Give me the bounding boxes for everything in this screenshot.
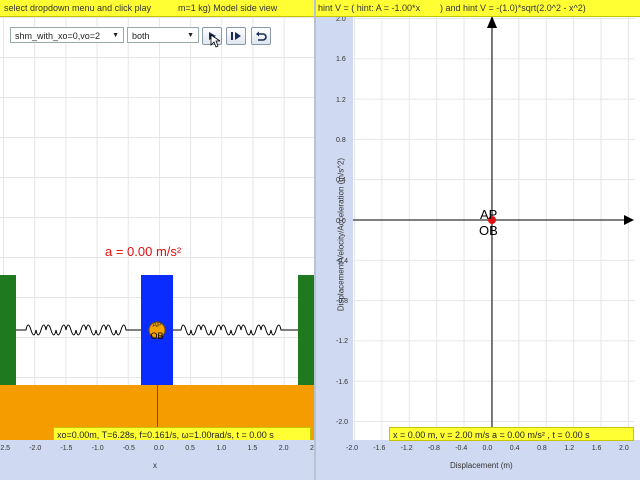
graph-axes [353,16,634,440]
side-view-x-tick-6: 0.5 [185,445,195,452]
side-view-status-bar: xo=0.00m, T=6.28s, f=0.161/s, ω=1.00rad/… [53,427,311,441]
graph-y-tick-9: -1.6 [336,378,349,386]
chevron-down-icon: ▼ [187,32,194,39]
mode-dropdown-value: both [132,31,150,41]
preset-dropdown-value: shm_with_xo=0,vo=2 [15,31,101,41]
side-view-x-tick-3: -1.0 [91,445,104,452]
reset-button[interactable] [251,27,271,45]
graph-title-left: hint V = ( hint: A = -1.00*x [318,3,421,13]
step-forward-icon [231,32,241,40]
side-view-x-tick-1: -2.0 [29,445,42,452]
mouse-cursor-icon [210,34,220,48]
side-view-x-tick-9: 2.0 [278,445,289,452]
graph-x-tick-9: 1.6 [591,445,602,452]
graph-x-tick-2: -1.2 [400,445,413,452]
graph-x-tick-7: 0.8 [537,445,547,452]
graph-x-tick-1: -1.6 [373,445,386,452]
step-forward-button[interactable] [226,27,246,45]
graph-x-tick-8: 1.2 [564,445,575,452]
left-spring [16,324,141,336]
graph-title-bar: hint V = ( hint: A = -1.00*x ) and hint … [316,0,640,17]
up-arrow-icon [487,16,497,28]
side-view-x-tick-0: -2.5 [0,445,11,452]
side-view-title-bar: select dropdown menu and click play m=1 … [0,0,314,17]
side-view-x-tick-2: -1.5 [60,445,73,452]
graph-y-tick-2: 1.2 [336,96,346,104]
graph-x-tick-5: 0.0 [482,445,493,452]
graph-y-tick-1: 1.6 [336,56,346,64]
side-view-x-tick-8: 1.5 [247,445,258,452]
graph-title-right: ) and hint V = -(1.0)*sqrt(2.0^2 - x^2) [440,3,586,13]
graph-y-axis-label: Displacement/Velocity/Acceleration (m/s^… [336,157,346,312]
svg-text:OB: OB [150,331,163,341]
preset-dropdown[interactable]: shm_with_xo=0,vo=2 ▼ [10,27,124,43]
graph-x-tick-10: 2.0 [619,445,629,452]
side-view-title-left: select dropdown menu and click play [4,3,152,13]
graph-x-tick-6: 0.4 [509,445,520,452]
graph-y-tick-10: -2.0 [336,419,349,426]
point-label-ap: AP [480,207,498,222]
graph-y-tick-0: 2.0 [336,16,346,23]
svg-text:AP: AP [152,322,162,329]
graph-x-tick-4: -0.4 [455,445,468,452]
reset-icon [256,31,267,41]
side-view-status-text: xo=0.00m, T=6.28s, f=0.161/s, ω=1.00rad/… [57,430,274,440]
acceleration-label: a = 0.00 m/s² [105,244,182,259]
mass-bob: AP OB [148,321,166,341]
model-side-view-panel: select dropdown menu and click play m=1 … [0,0,314,480]
chevron-down-icon: ▼ [112,32,119,39]
graph-x-tick-0: -2.0 [346,445,359,452]
mode-dropdown[interactable]: both ▼ [127,27,199,43]
point-label-ob: OB [479,223,498,238]
graph-status-bar: x = 0.00 m, v = 2.00 m/s a = 0.00 m/s² ,… [389,427,634,441]
graph-x-tick-3: -0.8 [427,445,440,452]
right-arrow-icon [624,215,634,225]
side-view-x-tick-7: 1.0 [216,445,227,452]
side-view-x-tick-5: 0.0 [154,445,164,452]
side-view-title-right: m=1 kg) Model side view [178,3,278,13]
side-view-x-tick-4: -0.5 [122,445,135,452]
graph-x-axis-label: Displacement (m) [450,461,513,470]
graph-status-text: x = 0.00 m, v = 2.00 m/s a = 0.00 m/s² ,… [393,430,590,440]
right-spring [173,324,298,336]
graph-panel: AP OB 2.0 1.6 1.2 0.8 0.4 0.0 -0.4 -0.8 -1.2 -1.6… [316,0,640,480]
x-axis-label: x [153,461,157,470]
